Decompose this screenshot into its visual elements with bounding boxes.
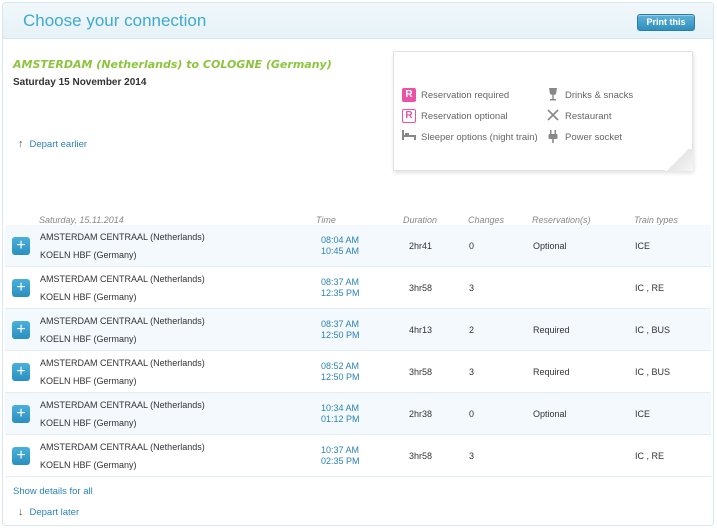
plug-icon <box>546 130 560 144</box>
expand-plus-icon[interactable]: + <box>12 405 30 423</box>
page-title: Choose your connection <box>23 11 207 30</box>
legend-box: R Reservation required R Reservation opt… <box>393 51 693 171</box>
arrow-up-icon: ↑ <box>18 138 24 150</box>
arrival-station: KOELN HBF (Germany) <box>40 418 137 428</box>
arrival-time: 12:50 PM <box>321 330 360 340</box>
departure-station: AMSTERDAM CENTRAAL (Netherlands) <box>40 274 205 284</box>
duration: 3hr58 <box>409 451 433 461</box>
column-time: Time <box>316 215 336 225</box>
departure-station: AMSTERDAM CENTRAAL (Netherlands) <box>40 232 205 242</box>
departure-station: AMSTERDAM CENTRAAL (Netherlands) <box>40 400 205 410</box>
show-details-link[interactable]: Show details for all <box>13 486 93 497</box>
column-train-types: Train types <box>634 215 678 225</box>
cutlery-icon <box>546 109 560 123</box>
table-row[interactable]: + AMSTERDAM CENTRAAL (Netherlands) KOELN… <box>5 393 711 435</box>
departure-station: AMSTERDAM CENTRAAL (Netherlands) <box>40 358 205 368</box>
legend-label: Reservation optional <box>421 110 508 122</box>
column-date: Saturday, 15.11.2014 <box>39 215 124 225</box>
page-curl <box>665 149 693 171</box>
column-reservations: Reservation(s) <box>532 215 591 225</box>
arrival-time: 12:35 PM <box>321 288 360 298</box>
reservation: Optional <box>533 241 567 251</box>
duration: 3hr58 <box>409 283 433 293</box>
changes: 3 <box>469 367 475 377</box>
duration: 4hr13 <box>409 325 433 335</box>
legend-label: Sleeper options (night train) <box>421 131 538 143</box>
expand-plus-icon[interactable]: + <box>12 237 30 255</box>
duration: 3hr58 <box>409 367 433 377</box>
reservation: Required <box>533 367 570 377</box>
train-types: IC , BUS <box>635 325 671 335</box>
duration: 2hr41 <box>409 241 433 251</box>
arrival-time: 02:35 PM <box>321 456 360 466</box>
legend-label: Restaurant <box>565 110 612 122</box>
departure-time: 10:34 AM <box>321 403 360 413</box>
train-types: ICE <box>635 409 651 419</box>
expand-plus-icon[interactable]: + <box>12 321 30 339</box>
departure-time: 08:04 AM <box>321 235 360 245</box>
duration: 2hr38 <box>409 409 433 419</box>
arrival-time: 01:12 PM <box>321 414 360 424</box>
train-types: ICE <box>635 241 651 251</box>
table-row[interactable]: + AMSTERDAM CENTRAAL (Netherlands) KOELN… <box>5 309 711 351</box>
depart-later-link[interactable]: ↓ Depart later <box>18 506 79 518</box>
expand-plus-icon[interactable]: + <box>12 279 30 297</box>
table-row[interactable]: + AMSTERDAM CENTRAAL (Netherlands) KOELN… <box>5 225 711 267</box>
changes: 3 <box>469 283 475 293</box>
changes: 0 <box>469 409 475 419</box>
legend-power: Power socket <box>546 130 622 144</box>
train-types: IC , RE <box>635 451 665 461</box>
legend-sleeper: Sleeper options (night train) <box>402 130 538 144</box>
arrival-station: KOELN HBF (Germany) <box>40 334 137 344</box>
departure-time: 08:37 AM <box>321 319 360 329</box>
departure-station: AMSTERDAM CENTRAAL (Netherlands) <box>40 316 205 326</box>
changes: 0 <box>469 241 475 251</box>
legend-label: Reservation required <box>421 89 510 101</box>
train-types: IC , BUS <box>635 367 671 377</box>
connection-panel: Choose your connection Print this AMSTER… <box>2 2 714 526</box>
table-row[interactable]: + AMSTERDAM CENTRAAL (Netherlands) KOELN… <box>5 351 711 393</box>
reservation: Optional <box>533 409 567 419</box>
arrival-station: KOELN HBF (Germany) <box>40 460 137 470</box>
reservation-required-icon: R <box>402 88 416 102</box>
column-changes: Changes <box>468 215 505 225</box>
legend-label: Power socket <box>565 131 623 143</box>
table-row[interactable]: + AMSTERDAM CENTRAAL (Netherlands) KOELN… <box>5 267 711 309</box>
route-title: AMSTERDAM (Netherlands) to COLOGNE (Germ… <box>13 58 332 71</box>
departure-time: 08:37 AM <box>321 277 360 287</box>
column-duration: Duration <box>403 215 438 225</box>
expand-plus-icon[interactable]: + <box>12 447 30 465</box>
arrival-station: KOELN HBF (Germany) <box>40 376 137 386</box>
departure-time: 10:37 AM <box>321 445 360 455</box>
departure-station: AMSTERDAM CENTRAAL (Netherlands) <box>40 442 205 452</box>
legend-reservation-required: R Reservation required <box>402 88 509 102</box>
travel-date: Saturday 15 November 2014 <box>13 77 147 88</box>
print-button[interactable]: Print this <box>637 14 695 31</box>
arrival-station: KOELN HBF (Germany) <box>40 292 137 302</box>
table-row[interactable]: + AMSTERDAM CENTRAAL (Netherlands) KOELN… <box>5 435 711 477</box>
legend-reservation-optional: R Reservation optional <box>402 109 508 123</box>
legend-drinks: Drinks & snacks <box>546 88 633 102</box>
train-types: IC , RE <box>635 283 665 293</box>
legend-restaurant: Restaurant <box>546 109 611 123</box>
arrival-station: KOELN HBF (Germany) <box>40 250 137 260</box>
changes: 3 <box>469 451 475 461</box>
changes: 2 <box>469 325 475 335</box>
reservation-optional-icon: R <box>402 109 416 123</box>
arrow-down-icon: ↓ <box>18 506 24 518</box>
bed-icon <box>402 130 416 144</box>
glass-icon <box>546 88 560 102</box>
reservation: Required <box>533 325 570 335</box>
expand-plus-icon[interactable]: + <box>12 363 30 381</box>
legend-label: Drinks & snacks <box>565 89 634 101</box>
departure-time: 08:52 AM <box>321 361 360 371</box>
arrival-time: 10:45 AM <box>321 246 360 256</box>
arrival-time: 12:50 PM <box>321 372 360 382</box>
depart-earlier-label: Depart earlier <box>29 138 88 150</box>
panel-header: Choose your connection Print this <box>3 3 713 39</box>
depart-earlier-link[interactable]: ↑ Depart earlier <box>18 138 87 150</box>
depart-later-label: Depart later <box>29 506 80 518</box>
